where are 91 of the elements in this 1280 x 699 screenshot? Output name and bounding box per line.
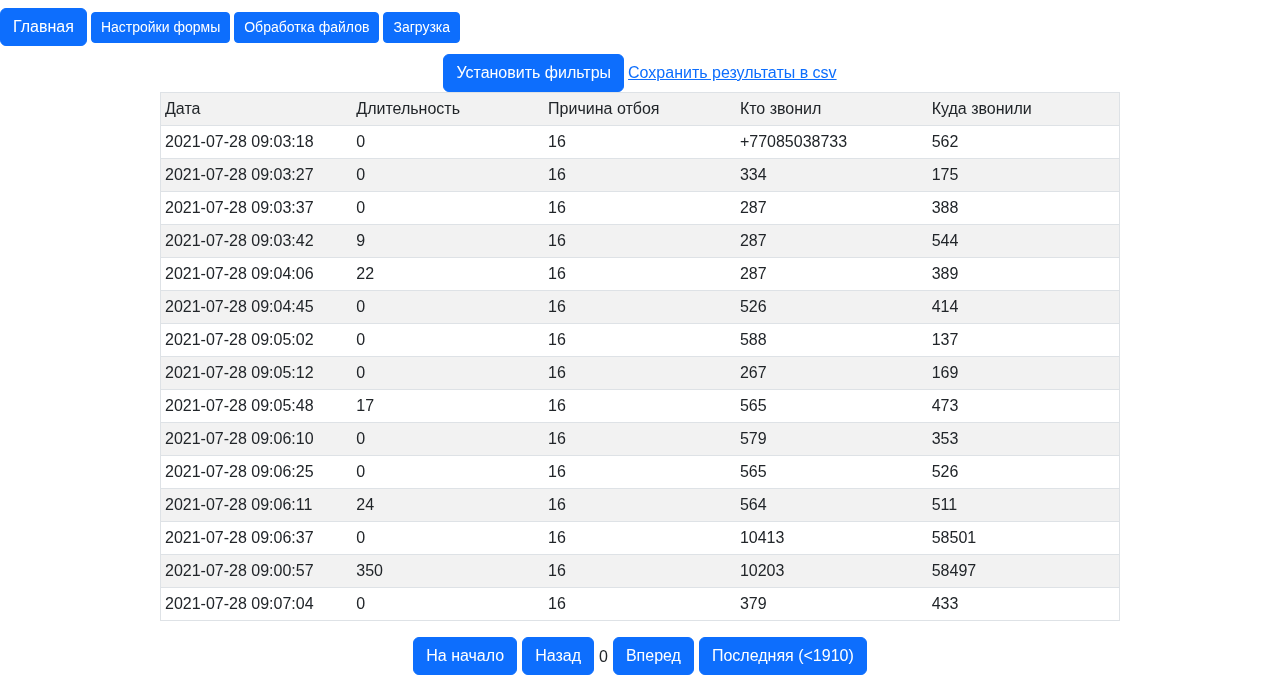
- table-cell: 565: [735, 389, 928, 423]
- table-cell: 544: [927, 224, 1120, 258]
- table-cell: 0: [352, 422, 545, 456]
- table-cell: 0: [352, 158, 545, 192]
- csv-link[interactable]: Сохранить результаты в csv: [628, 61, 837, 85]
- table-cell: 16: [544, 224, 736, 258]
- table-cell: 562: [927, 125, 1120, 159]
- table-cell: 10413: [735, 521, 928, 555]
- page-number: 0: [599, 647, 608, 667]
- previous-button[interactable]: Назад: [522, 637, 594, 675]
- table-cell: 16: [544, 257, 736, 291]
- table-cell: 0: [352, 290, 545, 324]
- table-cell: 564: [735, 488, 928, 522]
- table-cell: 511: [927, 488, 1120, 522]
- table-cell: 433: [927, 587, 1120, 621]
- table-cell: 0: [352, 587, 545, 621]
- table-cell: 2021-07-28 09:06:11: [160, 488, 353, 522]
- last-page-button[interactable]: Последняя (<1910): [698, 637, 867, 675]
- table-cell: 334: [735, 158, 928, 192]
- table-cell: +77085038733: [735, 125, 928, 159]
- filter-button[interactable]: Установить фильтры: [443, 54, 625, 92]
- table-cell: 473: [927, 389, 1120, 423]
- table-cell: 267: [735, 356, 928, 390]
- table-cell: 16: [544, 422, 736, 456]
- column-header: Дата: [160, 92, 353, 126]
- table-cell: 526: [927, 455, 1120, 489]
- table-cell: 389: [927, 257, 1120, 291]
- table-cell: 17: [352, 389, 545, 423]
- table-cell: 287: [735, 257, 928, 291]
- table-cell: 2021-07-28 09:03:37: [160, 191, 353, 225]
- table-cell: 588: [735, 323, 928, 357]
- first-page-button[interactable]: На начало: [413, 637, 518, 675]
- table-cell: 287: [735, 191, 928, 225]
- table-cell: 2021-07-28 09:05:02: [160, 323, 353, 357]
- table-cell: 350: [352, 554, 545, 588]
- table-cell: 16: [544, 191, 736, 225]
- table-cell: 58497: [927, 554, 1120, 588]
- table-cell: 2021-07-28 09:03:18: [160, 125, 353, 159]
- table-cell: 2021-07-28 09:04:45: [160, 290, 353, 324]
- table-cell: 0: [352, 191, 545, 225]
- table-cell: 0: [352, 356, 545, 390]
- table-cell: 2021-07-28 09:06:25: [160, 455, 353, 489]
- table-cell: 16: [544, 455, 736, 489]
- table-cell: 0: [352, 521, 545, 555]
- table-cell: 16: [544, 158, 736, 192]
- table-cell: 526: [735, 290, 928, 324]
- table-cell: 0: [352, 125, 545, 159]
- nav-button[interactable]: Обработка файлов: [234, 11, 380, 43]
- table-cell: 2021-07-28 09:04:06: [160, 257, 353, 291]
- table-cell: 16: [544, 290, 736, 324]
- table-cell: 2021-07-28 09:05:48: [160, 389, 353, 423]
- table-cell: 2021-07-28 09:03:27: [160, 158, 353, 192]
- table-cell: 2021-07-28 09:05:12: [160, 356, 353, 390]
- column-header: Куда звонили: [927, 92, 1120, 126]
- table-cell: 2021-07-28 09:07:04: [160, 587, 353, 621]
- table-cell: 24: [352, 488, 545, 522]
- table-cell: 16: [544, 554, 736, 588]
- table-cell: 388: [927, 191, 1120, 225]
- table-cell: 565: [735, 455, 928, 489]
- next-button[interactable]: Вперед: [612, 637, 694, 675]
- table-cell: 2021-07-28 09:06:37: [160, 521, 353, 555]
- table-cell: 379: [735, 587, 928, 621]
- column-header: Кто звонил: [735, 92, 928, 126]
- table-cell: 2021-07-28 09:00:57: [160, 554, 353, 588]
- nav-button[interactable]: Настройки формы: [90, 11, 231, 43]
- table-cell: 353: [927, 422, 1120, 456]
- table-cell: 58501: [927, 521, 1120, 555]
- table-cell: 10203: [735, 554, 928, 588]
- table-cell: 16: [544, 323, 736, 357]
- table-cell: 287: [735, 224, 928, 258]
- column-header: Длительность: [352, 92, 545, 126]
- table-cell: 16: [544, 521, 736, 555]
- table-cell: 137: [927, 323, 1120, 357]
- table-cell: 16: [544, 356, 736, 390]
- table-cell: 16: [544, 488, 736, 522]
- table-cell: 175: [927, 158, 1120, 192]
- nav-button[interactable]: Загрузка: [383, 11, 461, 43]
- table-cell: 9: [352, 224, 545, 258]
- nav-button[interactable]: Главная: [0, 8, 87, 46]
- table-cell: 0: [352, 323, 545, 357]
- table-cell: 2021-07-28 09:06:10: [160, 422, 353, 456]
- table-cell: 0: [352, 455, 545, 489]
- column-header: Причина отбоя: [544, 92, 736, 126]
- table-cell: 414: [927, 290, 1120, 324]
- table-cell: 2021-07-28 09:03:42: [160, 224, 353, 258]
- table-cell: 22: [352, 257, 545, 291]
- table-cell: 16: [544, 587, 736, 621]
- table-cell: 579: [735, 422, 928, 456]
- table-cell: 169: [927, 356, 1120, 390]
- table-cell: 16: [544, 125, 736, 159]
- table-cell: 16: [544, 389, 736, 423]
